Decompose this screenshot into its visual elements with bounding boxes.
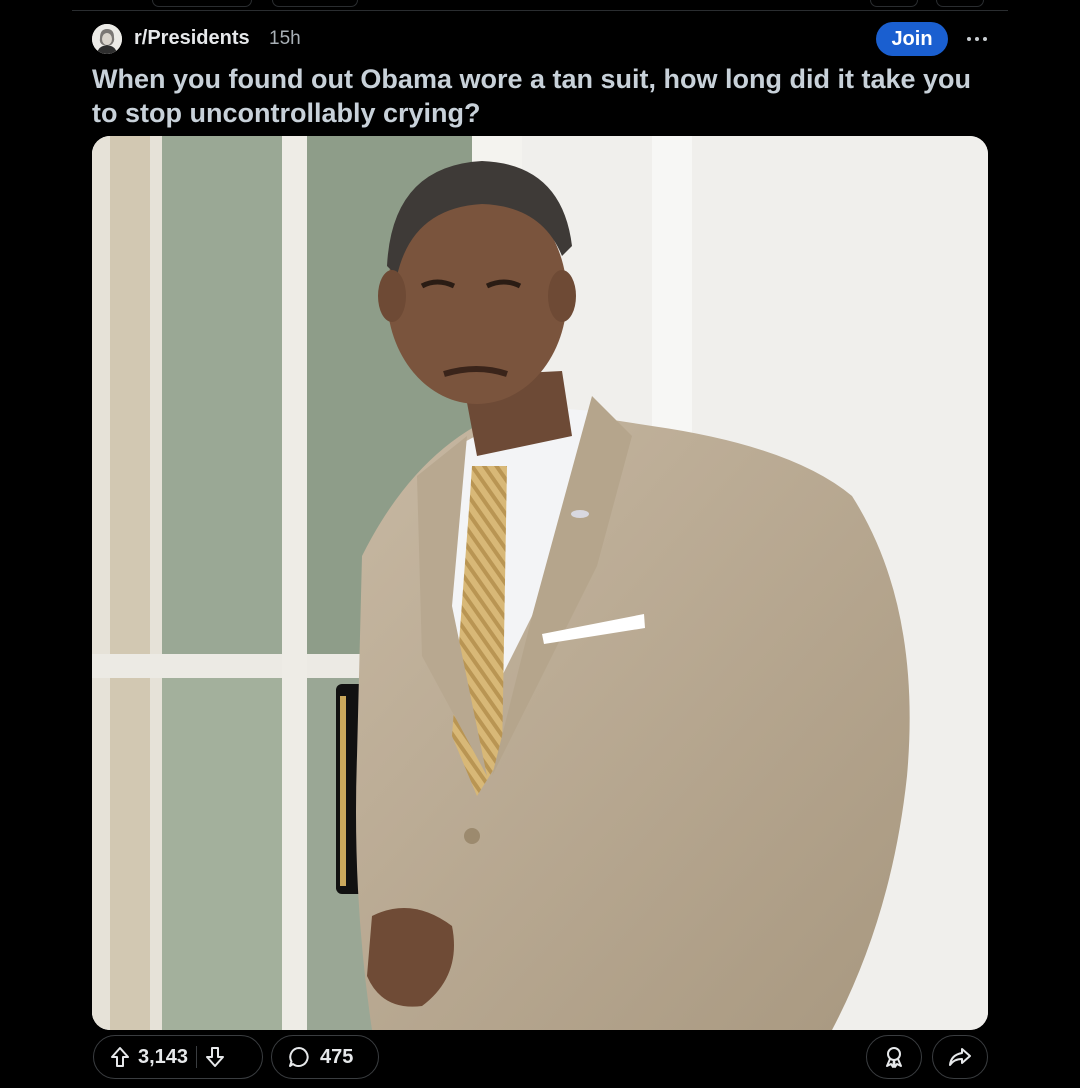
arrow-down-icon <box>206 1047 225 1067</box>
comment-count: 475 <box>320 1045 354 1068</box>
speech-bubble-icon <box>289 1047 309 1067</box>
top-nub-left <box>152 0 252 7</box>
award-icon <box>886 1047 902 1068</box>
subreddit-name[interactable]: r/Presidents <box>134 27 250 50</box>
vote-control: 3,143 <box>93 1035 263 1079</box>
ellipsis-icon <box>967 37 987 41</box>
upvote-count: 3,143 <box>138 1045 189 1068</box>
upvote-button[interactable] <box>110 1046 130 1068</box>
join-button[interactable]: Join <box>876 22 948 56</box>
downvote-button[interactable] <box>205 1046 225 1068</box>
comments-button[interactable]: 475 <box>271 1035 379 1079</box>
post-image[interactable] <box>92 136 988 1030</box>
portrait-icon <box>92 24 122 54</box>
post-title[interactable]: When you found out Obama wore a tan suit… <box>92 62 982 130</box>
post-age: 15h <box>269 28 301 49</box>
top-nub-far-right <box>936 0 984 7</box>
vote-separator <box>196 1046 198 1068</box>
share-button[interactable] <box>932 1035 988 1079</box>
more-options-button[interactable] <box>962 22 992 56</box>
top-divider <box>72 10 1008 11</box>
top-nub-right <box>870 0 918 7</box>
award-button[interactable] <box>866 1035 922 1079</box>
post-header: r/Presidents 15h Join <box>92 22 992 56</box>
arrow-up-icon <box>111 1047 129 1067</box>
top-nub-middle <box>272 0 358 7</box>
share-icon <box>949 1048 971 1066</box>
subreddit-avatar[interactable] <box>92 24 122 54</box>
photo-of-man-in-tan-suit <box>92 136 988 1030</box>
